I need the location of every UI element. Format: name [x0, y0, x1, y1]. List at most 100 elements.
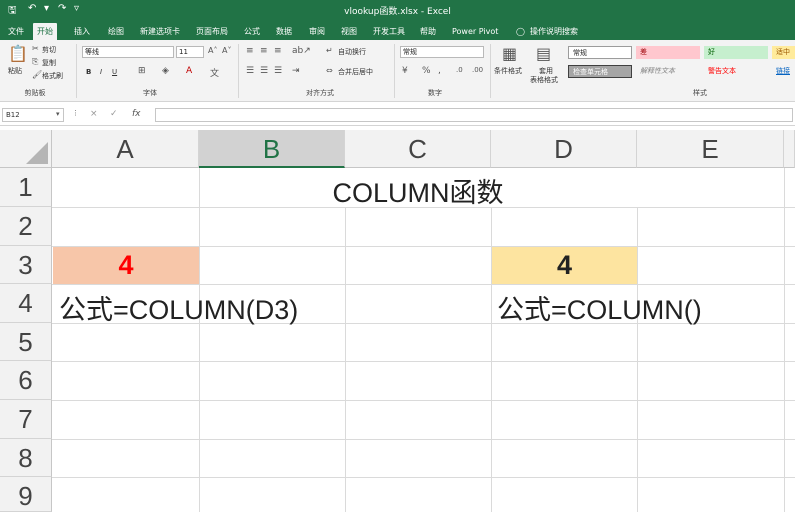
font-size-select[interactable]: 11: [176, 46, 204, 58]
format-painter-button[interactable]: 格式刷: [42, 71, 63, 81]
name-box[interactable]: B12: [2, 108, 64, 122]
paste-icon[interactable]: 📋: [8, 44, 28, 63]
worksheet-grid: A B C D E 1 2 3 4 5 6 7 8 9 COLUMN函数 4 公…: [0, 130, 795, 512]
format-painter-icon[interactable]: 🖌: [32, 70, 42, 79]
percent-icon[interactable]: %: [422, 66, 431, 76]
indent-icon[interactable]: ⇥: [292, 66, 300, 76]
formula-input[interactable]: [155, 108, 793, 122]
column-header-c[interactable]: C: [345, 130, 491, 168]
row-header-3[interactable]: 3: [0, 246, 52, 284]
comma-icon[interactable]: ,: [438, 66, 441, 76]
style-explanatory[interactable]: 解释性文本: [636, 65, 700, 78]
tab-home[interactable]: 开始: [33, 23, 57, 40]
tab-review[interactable]: 审阅: [305, 23, 329, 40]
cell-a3[interactable]: 4: [53, 250, 199, 281]
tab-new-tab[interactable]: 新建选项卡: [136, 23, 184, 40]
align-center-icon[interactable]: ☰: [260, 66, 268, 76]
copy-button[interactable]: 复制: [42, 58, 56, 68]
tab-data[interactable]: 数据: [272, 23, 296, 40]
number-format-select[interactable]: 常规: [400, 46, 484, 58]
enter-icon[interactable]: ✓: [110, 109, 118, 119]
bold-button[interactable]: B: [86, 68, 91, 76]
increase-decimal-icon[interactable]: .0: [456, 66, 463, 74]
format-as-table-icon[interactable]: ▤: [536, 44, 551, 63]
align-bottom-icon[interactable]: ≡: [274, 46, 282, 56]
select-all-corner[interactable]: [0, 130, 52, 168]
cancel-icon[interactable]: ×: [90, 109, 98, 119]
cell-title-merged[interactable]: COLUMN函数: [199, 171, 637, 210]
scissors-icon[interactable]: ✂: [32, 44, 39, 53]
align-middle-icon[interactable]: ≡: [260, 46, 268, 56]
font-color-icon[interactable]: A: [186, 66, 192, 76]
tab-formulas[interactable]: 公式: [240, 23, 264, 40]
borders-icon[interactable]: ⊞: [138, 66, 146, 76]
copy-icon[interactable]: ⎘: [32, 57, 38, 67]
align-right-icon[interactable]: ☰: [274, 66, 282, 76]
row-header-7[interactable]: 7: [0, 400, 52, 439]
align-left-icon[interactable]: ☰: [246, 66, 254, 76]
cell-a4[interactable]: 公式=COLUMN(D3): [59, 288, 298, 327]
column-header-b[interactable]: B: [199, 130, 345, 168]
row-header-8[interactable]: 8: [0, 439, 52, 477]
cell-d3[interactable]: 4: [492, 250, 637, 281]
conditional-format-icon[interactable]: ▦: [502, 44, 517, 63]
insert-function-icon[interactable]: fx: [132, 109, 141, 119]
ribbon-divider: [238, 44, 239, 98]
tab-power-pivot[interactable]: Power Pivot: [448, 23, 502, 40]
orientation-icon[interactable]: ab↗: [292, 46, 311, 56]
column-header-a[interactable]: A: [52, 130, 199, 168]
row-header-1[interactable]: 1: [0, 168, 52, 207]
underline-button[interactable]: U: [112, 68, 117, 76]
row-header-9[interactable]: 9: [0, 477, 52, 512]
style-neutral[interactable]: 适中: [772, 46, 795, 59]
column-header-e[interactable]: E: [637, 130, 784, 168]
style-hyperlink[interactable]: 链接: [772, 65, 795, 78]
font-name-select[interactable]: 等线: [82, 46, 174, 58]
tell-me-search[interactable]: 操作说明搜索: [526, 23, 582, 40]
gridline: [52, 439, 795, 440]
format-as-table-label[interactable]: 表格格式: [530, 75, 558, 85]
row-header-2[interactable]: 2: [0, 207, 52, 246]
decrease-font-icon[interactable]: A˅: [222, 46, 231, 55]
number-group-label: 数字: [428, 89, 442, 97]
wrap-text-icon[interactable]: ↵: [326, 46, 333, 55]
chevron-down-icon[interactable]: ▾: [56, 110, 60, 118]
gridline: [784, 168, 785, 512]
currency-icon[interactable]: ¥: [402, 66, 408, 76]
row-header-5[interactable]: 5: [0, 323, 52, 361]
tab-draw[interactable]: 绘图: [104, 23, 128, 40]
tab-help[interactable]: 帮助: [416, 23, 440, 40]
style-normal[interactable]: 常规: [568, 46, 632, 59]
tab-developer[interactable]: 开发工具: [369, 23, 409, 40]
column-header-d[interactable]: D: [491, 130, 637, 168]
merge-center-button[interactable]: 合并后居中: [338, 67, 373, 77]
cut-button[interactable]: 剪切: [42, 45, 56, 55]
merge-center-icon[interactable]: ⇔: [326, 66, 333, 75]
conditional-format-button[interactable]: 条件格式: [494, 66, 522, 76]
tab-insert[interactable]: 插入: [70, 23, 94, 40]
italic-button[interactable]: I: [100, 68, 102, 76]
tab-file[interactable]: 文件: [4, 23, 28, 40]
tab-page-layout[interactable]: 页面布局: [192, 23, 232, 40]
column-header-f[interactable]: [784, 130, 795, 168]
more-options-icon: ⋮: [72, 109, 79, 117]
cell-d4[interactable]: 公式=COLUMN(): [497, 288, 702, 327]
wrap-text-button[interactable]: 自动换行: [338, 47, 366, 57]
align-top-icon[interactable]: ≡: [246, 46, 254, 56]
tab-view[interactable]: 视图: [337, 23, 361, 40]
style-good[interactable]: 好: [704, 46, 768, 59]
style-check-cell[interactable]: 检查单元格: [568, 65, 632, 78]
decrease-decimal-icon[interactable]: .00: [472, 66, 483, 74]
style-warning[interactable]: 警告文本: [704, 65, 768, 78]
ribbon-divider: [490, 44, 491, 98]
paste-button[interactable]: 粘贴: [8, 66, 22, 76]
fill-color-icon[interactable]: ◈: [162, 66, 169, 76]
row-header-6[interactable]: 6: [0, 361, 52, 400]
font-group-label: 字体: [143, 89, 157, 97]
phonetic-icon[interactable]: 文: [210, 66, 219, 79]
gridline: [52, 361, 795, 362]
style-bad[interactable]: 差: [636, 46, 700, 59]
ribbon-divider: [394, 44, 395, 98]
row-header-4[interactable]: 4: [0, 284, 52, 323]
increase-font-icon[interactable]: A˄: [208, 46, 217, 55]
